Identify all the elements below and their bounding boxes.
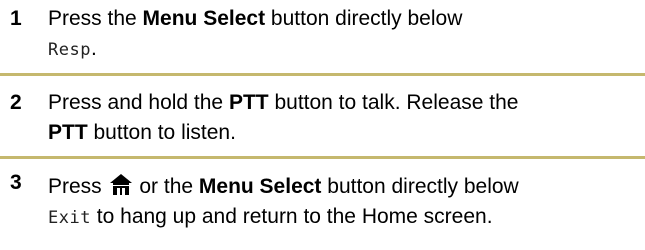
step-text-segment: Press and hold the [48, 91, 229, 114]
step-text-segment: button to listen. [87, 121, 236, 144]
step-text: Press the Menu Select button directly be… [48, 4, 637, 65]
step-text-segment: . [90, 37, 97, 60]
ptt-button-label: PTT [48, 121, 88, 144]
step-text: Press and hold the PTT button to talk. R… [48, 88, 637, 148]
step-text-segment: button directly below [321, 175, 519, 198]
softkey-label-exit: Exit [48, 208, 91, 228]
home-icon [109, 173, 132, 195]
step-divider [0, 73, 645, 76]
softkey-label-resp: Resp [48, 40, 91, 60]
step-number: 3 [10, 171, 22, 194]
step-number: 1 [10, 7, 22, 30]
step-text-segment: or the [133, 175, 199, 198]
step-text-segment: button directly below [265, 7, 463, 30]
instruction-steps: 1 Press the Menu Select button directly … [0, 0, 645, 250]
menu-select-button-label: Menu Select [198, 175, 322, 198]
step-text: Press or the Menu Select button directly… [48, 172, 637, 233]
step-text-segment: Press [48, 175, 108, 198]
step-text-segment: to hang up and return to the Home screen… [90, 205, 493, 228]
step-text-segment: Press the [48, 7, 143, 30]
step-text-segment: button to talk. Release the [268, 91, 519, 114]
ptt-button-label: PTT [228, 91, 269, 114]
menu-select-button-label: Menu Select [142, 7, 266, 30]
step-number: 2 [10, 91, 22, 114]
step-divider [0, 156, 645, 159]
